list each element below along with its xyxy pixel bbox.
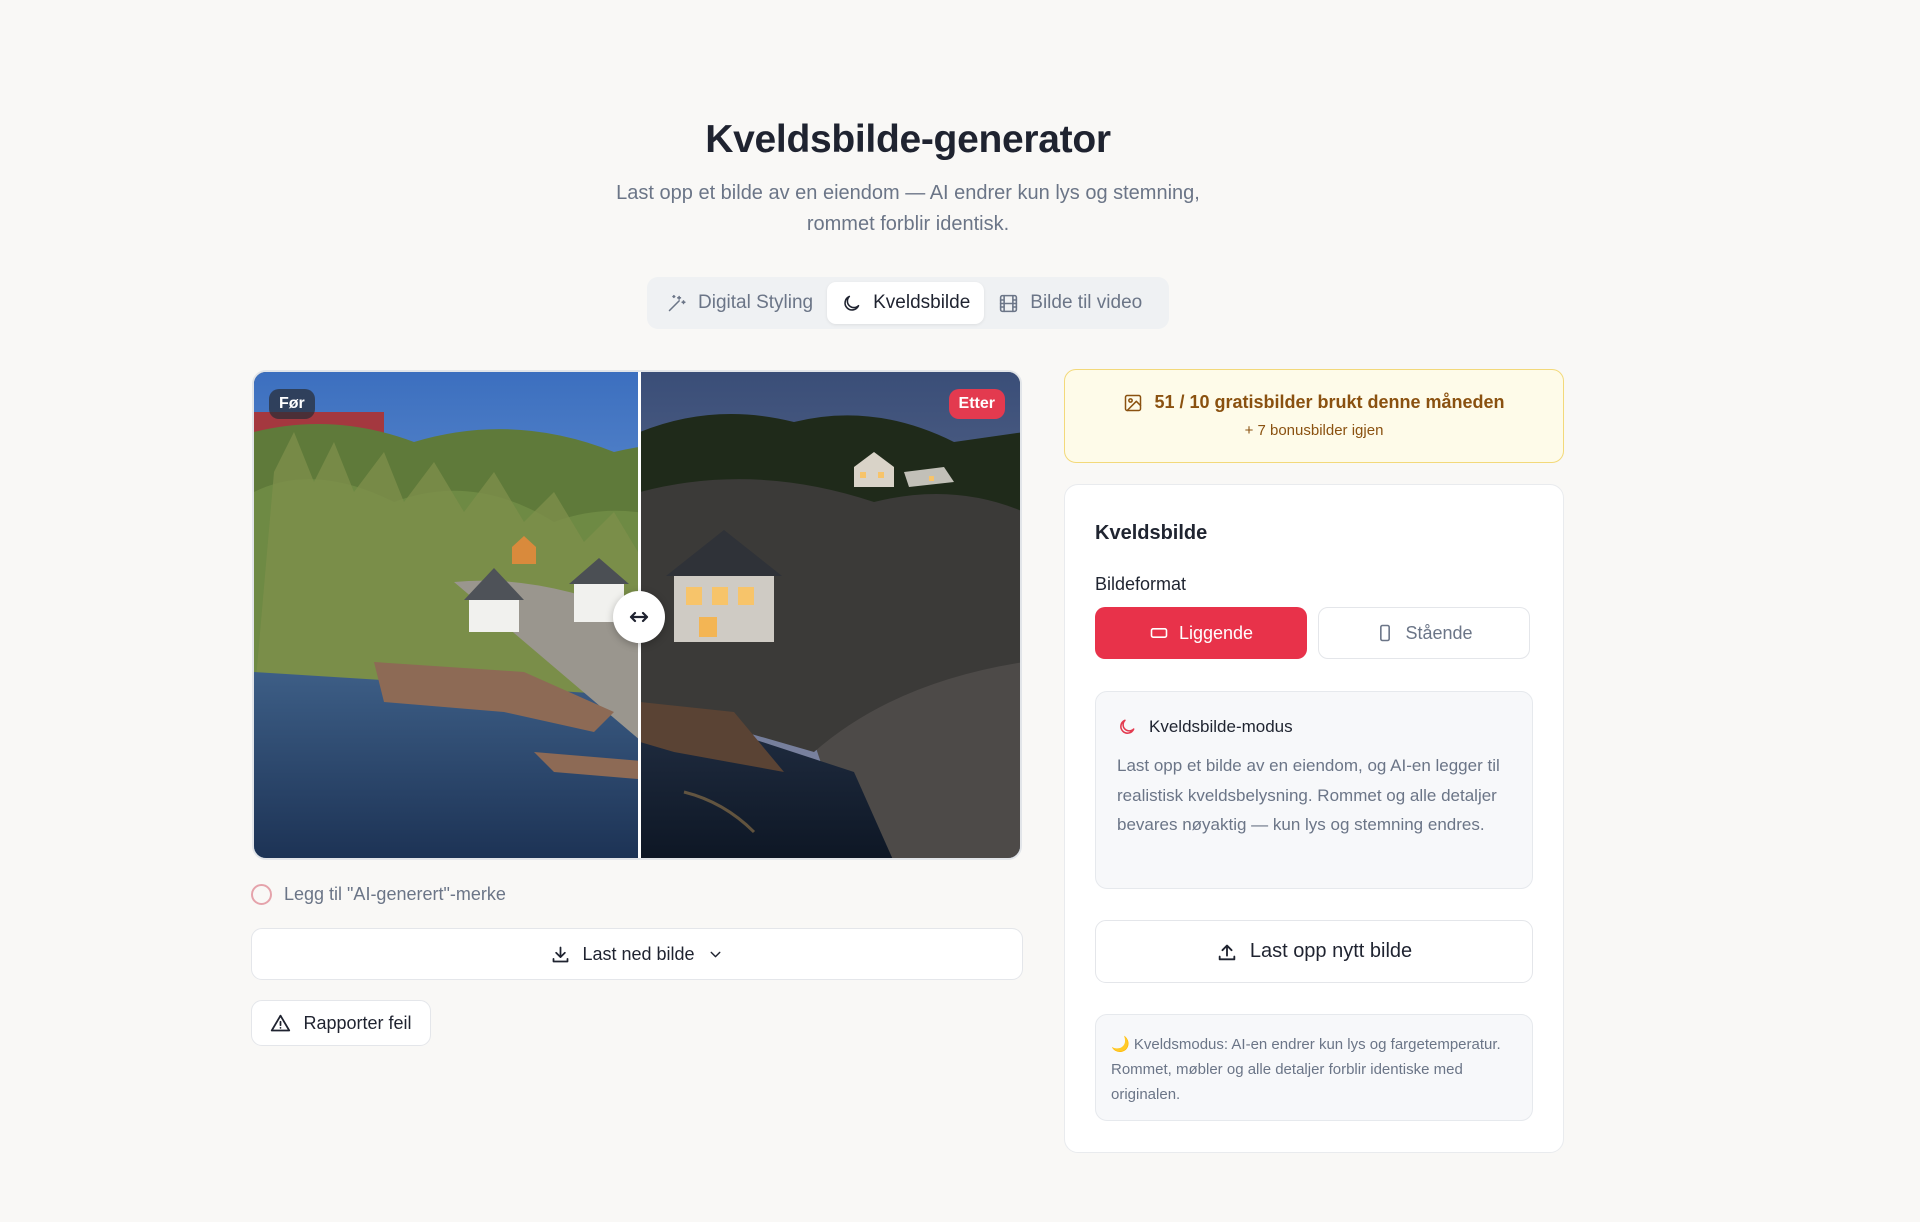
page-subtitle: Last opp et bilde av en eiendom — AI end… xyxy=(0,178,1816,240)
before-badge: Før xyxy=(269,389,315,419)
tab-bilde-til-video[interactable]: Bilde til video xyxy=(984,282,1156,324)
upload-new-image-button[interactable]: Last opp nytt bilde xyxy=(1095,920,1533,983)
report-error-button[interactable]: Rapporter feil xyxy=(251,1000,431,1046)
mode-title: Kveldsbilde-modus xyxy=(1149,717,1293,736)
landscape-icon xyxy=(1150,628,1168,638)
mode-description: Last opp et bilde av en eiendom, og AI-e… xyxy=(1117,756,1500,834)
download-icon xyxy=(553,946,569,962)
report-button-label: Rapporter feil xyxy=(303,1012,412,1033)
download-button-label: Last ned bilde xyxy=(582,943,695,964)
subtitle-line-2: rommet forblir identisk. xyxy=(806,213,1010,235)
after-badge: Etter xyxy=(948,389,1005,419)
settings-panel: Kveldsbilde Bildeformat Liggende Stående… xyxy=(1064,484,1564,1153)
portrait-icon xyxy=(1380,624,1391,642)
format-label: Bildeformat xyxy=(1095,574,1187,594)
after-image xyxy=(640,372,1020,858)
film-icon xyxy=(1000,294,1018,312)
format-option-label: Liggende xyxy=(1178,622,1254,643)
before-after-comparison[interactable]: Før Etter xyxy=(252,370,1022,860)
format-option-label: Stående xyxy=(1405,622,1473,643)
page-header: Kveldsbilde-generator Last opp et bilde … xyxy=(0,118,1816,240)
quota-usage: 51 / 10 gratisbilder brukt denne måneden xyxy=(1065,392,1563,413)
radio-circle[interactable] xyxy=(251,884,272,905)
moon-icon xyxy=(844,295,860,311)
upload-button-label: Last opp nytt bilde xyxy=(1249,940,1413,962)
panel-title: Kveldsbilde xyxy=(1095,522,1208,544)
mode-info-box: Kveldsbilde-modus Last opp et bilde av e… xyxy=(1095,691,1533,889)
image-icon xyxy=(1125,394,1142,411)
arrows-horizontal-icon xyxy=(629,611,649,623)
tab-label: Digital Styling xyxy=(698,292,814,313)
tab-digital-styling[interactable]: Digital Styling xyxy=(652,282,827,324)
page-title: Kveldsbilde-generator xyxy=(705,118,1111,161)
tab-kveldsbilde[interactable]: Kveldsbilde xyxy=(827,282,985,324)
evening-mode-note: 🌙 Kveldsmodus: AI-en endrer kun lys og f… xyxy=(1095,1014,1533,1121)
format-portrait-button[interactable]: Stående xyxy=(1318,607,1530,659)
compare-slider-handle[interactable] xyxy=(613,591,665,643)
tab-label: Kveldsbilde xyxy=(873,292,971,313)
ai-label-toggle[interactable]: Legg til "AI-generert"-merke xyxy=(251,884,506,905)
chevron-down-icon xyxy=(710,951,721,957)
magic-wand-icon xyxy=(668,294,686,311)
mode-heading: Kveldsbilde-modus xyxy=(1117,717,1293,737)
before-image xyxy=(254,372,640,858)
download-button[interactable]: Last ned bilde xyxy=(251,928,1023,980)
quota-banner: 51 / 10 gratisbilder brukt denne måneden… xyxy=(1064,369,1564,463)
subtitle-line-1: Last opp et bilde av en eiendom — AI end… xyxy=(616,182,1200,204)
warning-icon xyxy=(271,1014,291,1031)
quota-bonus-text: + 7 bonusbilder igjen xyxy=(1244,422,1384,439)
format-landscape-button[interactable]: Liggende xyxy=(1095,607,1307,659)
upload-icon xyxy=(1218,944,1236,960)
ai-label-toggle-text: Legg til "AI-generert"-merke xyxy=(284,884,506,904)
moon-icon xyxy=(1120,719,1135,734)
tab-label: Bilde til video xyxy=(1030,292,1143,313)
quota-used-text: 51 / 10 gratisbilder brukt denne måneden xyxy=(1154,392,1505,412)
mode-tabs: Digital Styling Kveldsbilde Bilde til vi… xyxy=(647,277,1169,329)
